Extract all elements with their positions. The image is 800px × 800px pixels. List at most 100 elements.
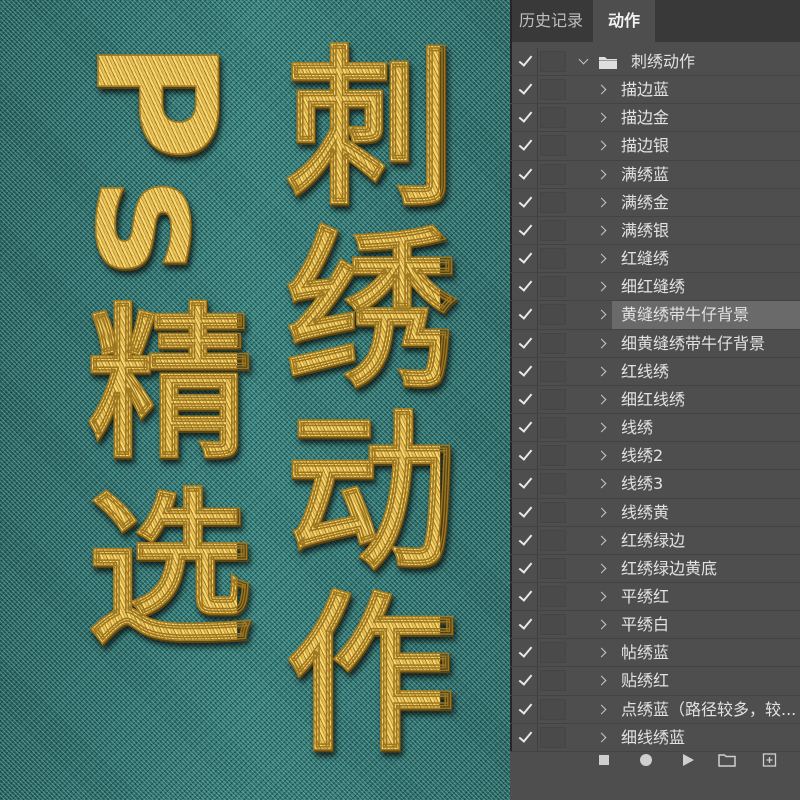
dialog-toggle-box[interactable] <box>540 332 566 354</box>
action-row[interactable]: 红线绣 <box>510 357 800 386</box>
action-row[interactable]: 细线绣蓝 <box>510 723 800 752</box>
dialog-toggle-box[interactable] <box>540 276 566 298</box>
new-set-folder-icon[interactable] <box>718 753 736 767</box>
chevron-right-icon[interactable] <box>596 647 607 658</box>
action-row[interactable]: 满绣蓝 <box>510 160 800 189</box>
action-row[interactable]: 贴绣红 <box>510 667 800 696</box>
checkmark-icon[interactable] <box>512 414 538 442</box>
dialog-toggle-box[interactable] <box>540 79 566 101</box>
chevron-right-icon[interactable] <box>596 338 607 349</box>
action-row[interactable]: 红缝绣 <box>510 245 800 274</box>
dialog-toggle-box[interactable] <box>540 163 566 185</box>
chevron-right-icon[interactable] <box>596 563 607 574</box>
checkmark-icon[interactable] <box>512 301 538 329</box>
dialog-toggle-box[interactable] <box>540 51 566 72</box>
action-row[interactable]: 满绣银 <box>510 216 800 246</box>
checkmark-icon[interactable] <box>512 554 538 582</box>
dialog-toggle-box[interactable] <box>540 191 566 213</box>
action-row[interactable]: 细红缝绣 <box>510 273 800 302</box>
action-row[interactable]: 点绣蓝（路径较多，较... <box>510 695 800 724</box>
chevron-down-icon[interactable] <box>578 54 589 65</box>
checkmark-icon[interactable] <box>512 216 538 245</box>
tab-history[interactable]: 历史记录 <box>519 0 583 42</box>
checkmark-icon[interactable] <box>512 526 538 554</box>
stop-icon[interactable] <box>597 753 611 767</box>
checkmark-icon[interactable] <box>512 723 538 751</box>
checkmark-icon[interactable] <box>512 329 538 357</box>
chevron-right-icon[interactable] <box>596 281 607 292</box>
chevron-right-icon[interactable] <box>596 309 607 320</box>
action-row[interactable]: 细红线绣 <box>510 385 800 415</box>
action-row[interactable]: 细黄缝绣带牛仔背景 <box>510 329 800 358</box>
dialog-toggle-box[interactable] <box>540 219 566 241</box>
action-row[interactable]: 红绣绿边黄底 <box>510 554 800 583</box>
action-set-row[interactable]: 刺绣动作 <box>510 48 800 77</box>
action-row[interactable]: 线绣3 <box>510 470 800 499</box>
chevron-right-icon[interactable] <box>596 478 607 489</box>
checkmark-icon[interactable] <box>512 188 538 216</box>
tab-actions[interactable]: 动作 <box>593 0 655 42</box>
record-icon[interactable] <box>639 753 653 767</box>
chevron-right-icon[interactable] <box>596 141 607 151</box>
checkmark-icon[interactable] <box>512 385 538 414</box>
dialog-toggle-box[interactable] <box>540 614 566 636</box>
dialog-toggle-box[interactable] <box>540 557 566 579</box>
chevron-right-icon[interactable] <box>596 732 607 743</box>
chevron-right-icon[interactable] <box>596 112 607 123</box>
checkmark-icon[interactable] <box>512 104 538 132</box>
chevron-right-icon[interactable] <box>596 422 607 433</box>
chevron-right-icon[interactable] <box>596 535 607 546</box>
play-icon[interactable] <box>681 753 695 767</box>
dialog-toggle-box[interactable] <box>540 360 566 382</box>
action-row[interactable]: 帖绣蓝 <box>510 639 800 668</box>
dialog-toggle-box[interactable] <box>540 445 566 467</box>
dialog-toggle-box[interactable] <box>540 135 566 157</box>
new-action-icon[interactable] <box>762 753 778 767</box>
checkmark-icon[interactable] <box>512 639 538 667</box>
checkmark-icon[interactable] <box>512 470 538 498</box>
action-row-selected[interactable]: 黄缝绣带牛仔背景 <box>510 301 800 330</box>
action-row[interactable]: 平绣红 <box>510 582 800 612</box>
action-row[interactable]: 红绣绿边 <box>510 526 800 555</box>
chevron-right-icon[interactable] <box>596 450 607 461</box>
action-row[interactable]: 描边银 <box>510 132 800 161</box>
dialog-toggle-box[interactable] <box>540 248 566 270</box>
checkmark-icon[interactable] <box>512 498 538 526</box>
chevron-right-icon[interactable] <box>596 704 607 715</box>
dialog-toggle-box[interactable] <box>540 304 566 326</box>
chevron-right-icon[interactable] <box>596 591 607 602</box>
dialog-toggle-box[interactable] <box>540 501 566 523</box>
dialog-toggle-box[interactable] <box>540 473 566 495</box>
action-row[interactable]: 满绣金 <box>510 188 800 217</box>
chevron-right-icon[interactable] <box>596 169 607 180</box>
action-row[interactable]: 描边蓝 <box>510 76 800 105</box>
checkmark-icon[interactable] <box>512 48 538 76</box>
action-row[interactable]: 描边金 <box>510 104 800 133</box>
chevron-right-icon[interactable] <box>596 225 607 236</box>
chevron-right-icon[interactable] <box>596 394 607 405</box>
dialog-toggle-box[interactable] <box>540 698 566 720</box>
chevron-right-icon[interactable] <box>596 675 607 686</box>
action-row[interactable]: 线绣 <box>510 414 800 443</box>
checkmark-icon[interactable] <box>512 442 538 470</box>
dialog-toggle-box[interactable] <box>540 585 566 607</box>
dialog-toggle-box[interactable] <box>540 388 566 410</box>
checkmark-icon[interactable] <box>512 611 538 639</box>
dialog-toggle-box[interactable] <box>540 529 566 551</box>
dialog-toggle-box[interactable] <box>540 642 566 664</box>
checkmark-icon[interactable] <box>512 76 538 104</box>
dialog-toggle-box[interactable] <box>540 417 566 439</box>
dialog-toggle-box[interactable] <box>540 107 566 129</box>
chevron-right-icon[interactable] <box>596 366 607 377</box>
checkmark-icon[interactable] <box>512 273 538 301</box>
chevron-right-icon[interactable] <box>596 84 607 95</box>
checkmark-icon[interactable] <box>512 667 538 695</box>
chevron-right-icon[interactable] <box>596 619 607 630</box>
checkmark-icon[interactable] <box>512 695 538 723</box>
checkmark-icon[interactable] <box>512 245 538 273</box>
checkmark-icon[interactable] <box>512 582 538 611</box>
checkmark-icon[interactable] <box>512 160 538 188</box>
checkmark-icon[interactable] <box>512 357 538 385</box>
action-row[interactable]: 平绣白 <box>510 611 800 640</box>
dialog-toggle-box[interactable] <box>540 726 566 748</box>
